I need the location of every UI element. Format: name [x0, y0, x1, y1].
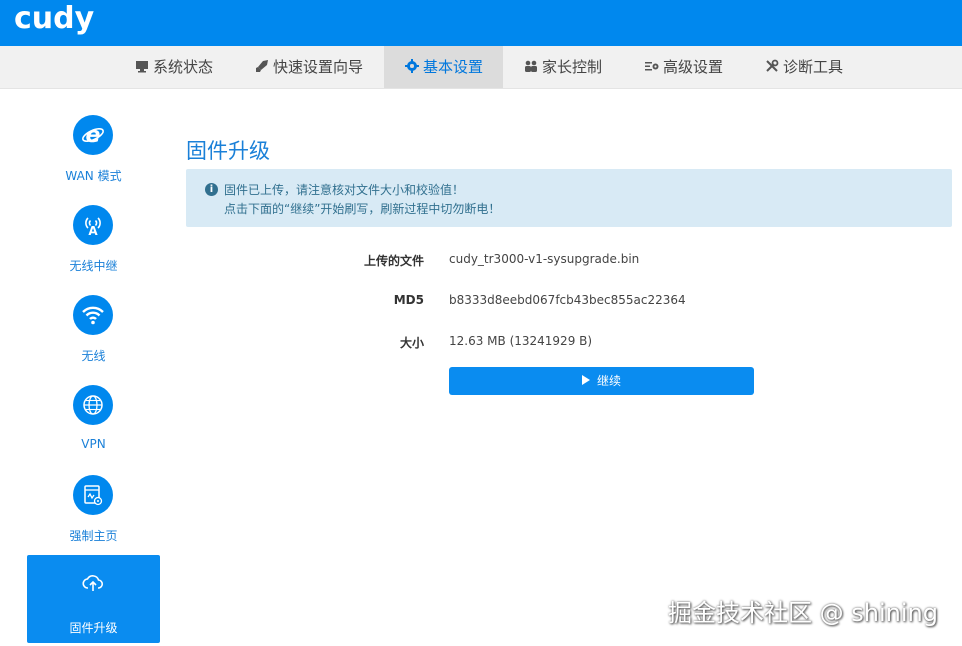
sidebar-item-wan-mode[interactable]: e WAN 模式: [27, 107, 160, 195]
uploaded-file-label: 上传的文件: [363, 254, 424, 268]
homepage-icon: [73, 475, 113, 515]
continue-button[interactable]: 继续: [449, 367, 754, 395]
sidebar-item-wireless-repeater[interactable]: A 无线中继: [27, 197, 160, 285]
info-icon: i: [205, 183, 218, 196]
size-value: 12.63 MB (13241929 B): [449, 334, 593, 348]
sidebar-item-label: WAN 模式: [65, 169, 122, 183]
sidebar-item-label: VPN: [81, 437, 106, 451]
nav-label: 基本设置: [423, 58, 484, 76]
cloud-upload-icon: [73, 563, 113, 603]
nav-diagnostic-tools[interactable]: 诊断工具: [765, 46, 843, 88]
tools-icon: [766, 59, 779, 72]
sidebar-item-label: 无线: [81, 349, 106, 363]
nav-basic-settings[interactable]: 基本设置: [384, 46, 503, 88]
info-notice: i 固件已上传，请注意核对文件大小和校验值！ 点击下面的“继续”开始刷写，刷新过…: [186, 169, 952, 227]
md5-label: MD5: [393, 293, 424, 307]
wireless-repeater-icon: A: [73, 205, 113, 245]
sidebar-item-wireless[interactable]: 无线: [27, 287, 160, 375]
nav-parental-control[interactable]: 家长控制: [524, 46, 602, 88]
nav-label: 系统状态: [153, 58, 214, 76]
sidebar: e WAN 模式 A 无线中继 无线 VPN 强制主页 固件升级: [0, 88, 185, 646]
svg-text:e: e: [86, 123, 101, 147]
advanced-settings-icon: [645, 62, 659, 71]
cudy-logo[interactable]: cudy: [14, 1, 94, 36]
nav-label: 高级设置: [663, 58, 724, 76]
rocket-icon: [256, 60, 268, 72]
family-icon: [525, 60, 537, 72]
nav-label: 家长控制: [542, 58, 603, 76]
sidebar-item-firmware-upgrade[interactable]: 固件升级: [27, 555, 160, 643]
top-header-bar: cudy: [0, 0, 962, 46]
uploaded-file-value: cudy_tr3000-v1-sysupgrade.bin: [449, 252, 640, 266]
nav-label: 诊断工具: [783, 58, 844, 76]
size-label: 大小: [399, 336, 424, 350]
nav-advanced-settings[interactable]: 高级设置: [645, 46, 723, 88]
md5-value: b8333d8eebd067fcb43bec855ac22364: [449, 293, 686, 307]
notice-line-2: 点击下面的“继续”开始刷写，刷新过程中切勿断电！: [224, 202, 501, 216]
nav-label: 快速设置向导: [273, 58, 364, 76]
main-nav: 系统状态 快速设置向导 基本设置 家长控制 高级设置 诊断工具: [0, 46, 962, 89]
sidebar-item-vpn[interactable]: VPN: [27, 377, 160, 465]
watermark: 掘金技术社区 @ shining: [668, 599, 938, 627]
svg-text:A: A: [88, 224, 98, 237]
continue-button-label: 继续: [596, 374, 621, 388]
nav-quick-setup[interactable]: 快速设置向导: [255, 46, 363, 88]
internet-explorer-icon: e: [73, 115, 113, 155]
wifi-icon: [73, 295, 113, 335]
play-icon: [581, 375, 590, 385]
globe-icon: [73, 385, 113, 425]
gear-icon: [405, 59, 419, 73]
sidebar-item-label: 无线中继: [69, 259, 118, 273]
sidebar-item-label: 强制主页: [69, 529, 118, 543]
page-title: 固件升级: [186, 139, 270, 163]
notice-line-1: 固件已上传，请注意核对文件大小和校验值！: [224, 183, 465, 197]
sidebar-item-forced-homepage[interactable]: 强制主页: [27, 467, 160, 555]
sidebar-item-label: 固件升级: [69, 621, 118, 635]
nav-system-status[interactable]: 系统状态: [135, 46, 213, 88]
monitor-icon: [136, 61, 148, 73]
